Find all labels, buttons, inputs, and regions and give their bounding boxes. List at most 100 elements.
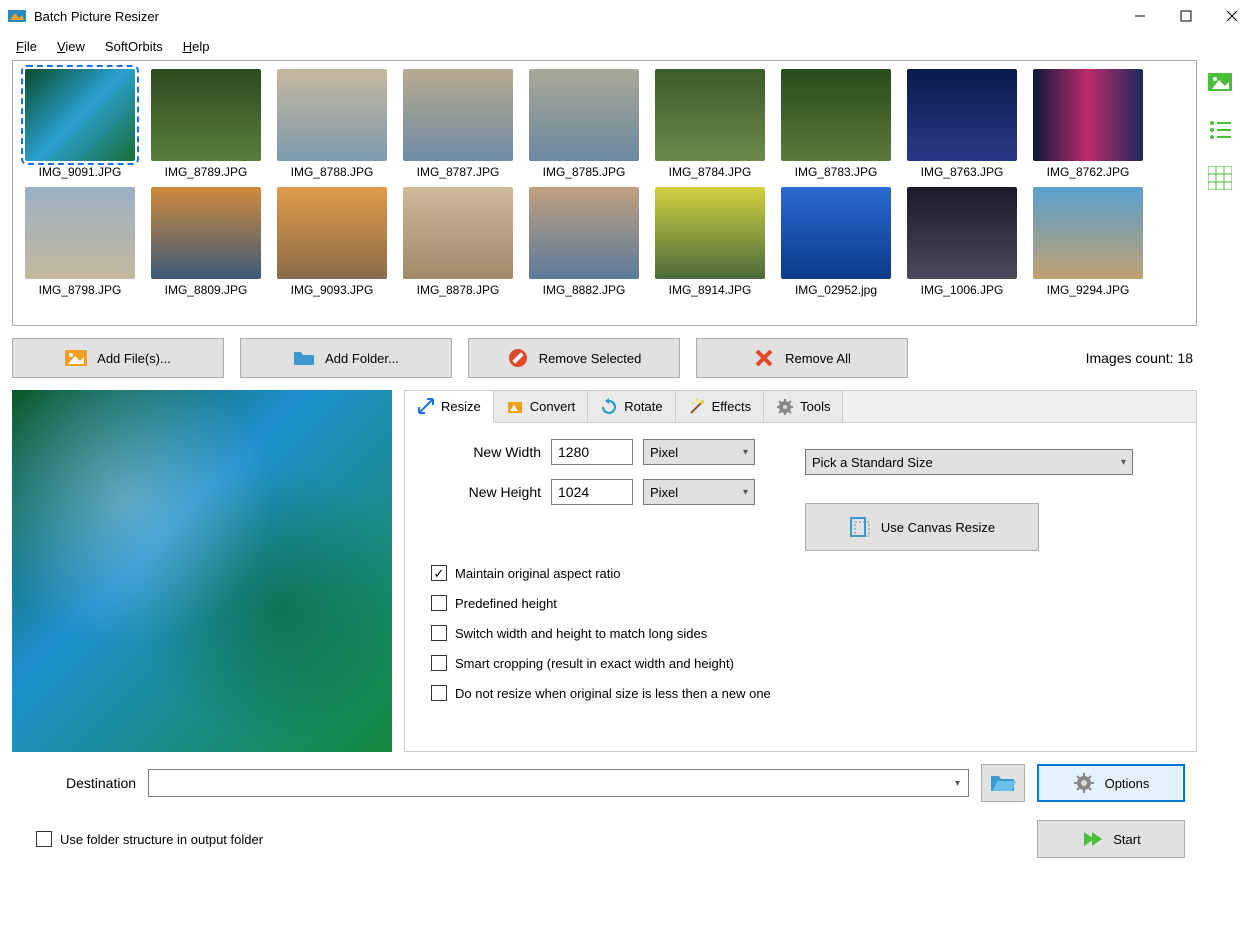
thumbnail-item[interactable]: IMG_8914.JPG [651,187,769,297]
add-folder-label: Add Folder... [325,351,399,366]
destination-select[interactable]: ▾ [148,769,969,797]
thumbnail-label: IMG_8785.JPG [525,165,643,179]
thumbnail-image [1033,69,1143,161]
list-view-icon[interactable] [1208,118,1232,142]
thumbnail-label: IMG_9093.JPG [273,283,391,297]
convert-icon [506,398,524,416]
tab-resize[interactable]: Resize [405,391,494,423]
thumbnail-label: IMG_8914.JPG [651,283,769,297]
thumbnail-item[interactable]: IMG_8788.JPG [273,69,391,179]
thumbnail-item[interactable]: IMG_8783.JPG [777,69,895,179]
width-input[interactable] [551,439,633,465]
thumbnail-label: IMG_8789.JPG [147,165,265,179]
remove-all-button[interactable]: Remove All [696,338,908,378]
height-unit-select[interactable]: Pixel▾ [643,479,755,505]
height-label: New Height [425,484,541,500]
thumbnail-view-icon[interactable] [1208,70,1232,94]
switch-wh-label: Switch width and height to match long si… [455,626,707,641]
thumbnail-item[interactable]: IMG_8785.JPG [525,69,643,179]
thumbnail-item[interactable]: IMG_8882.JPG [525,187,643,297]
folder-structure-label: Use folder structure in output folder [60,832,263,847]
tab-effects[interactable]: Effects [676,391,765,422]
add-folder-button[interactable]: Add Folder... [240,338,452,378]
thumbnail-label: IMG_8783.JPG [777,165,895,179]
thumbnail-item[interactable]: IMG_8789.JPG [147,69,265,179]
gear-icon [1073,772,1095,794]
app-title: Batch Picture Resizer [34,9,1117,24]
thumbnail-item[interactable]: IMG_9294.JPG [1029,187,1147,297]
thumbnail-image [277,69,387,161]
app-icon [8,7,26,25]
window-controls [1117,0,1255,32]
thumbnail-item[interactable]: IMG_8809.JPG [147,187,265,297]
thumbnail-item[interactable]: IMG_8762.JPG [1029,69,1147,179]
thumbnail-image [529,69,639,161]
dont-resize-checkbox[interactable] [431,685,447,701]
switch-wh-checkbox[interactable] [431,625,447,641]
remove-all-label: Remove All [785,351,851,366]
width-unit-select[interactable]: Pixel▾ [643,439,755,465]
titlebar: Batch Picture Resizer [0,0,1255,32]
effects-icon [688,398,706,416]
rotate-icon [600,398,618,416]
start-button[interactable]: Start [1037,820,1185,858]
thumbnail-image [655,187,765,279]
thumbnail-item[interactable]: IMG_8787.JPG [399,69,517,179]
thumbnail-item[interactable]: IMG_8798.JPG [21,187,139,297]
tab-strip: Resize Convert Rotate Effects [405,391,1196,423]
menu-softorbits[interactable]: SoftOrbits [97,35,171,58]
thumbnail-label: IMG_9091.JPG [21,165,139,179]
browse-button[interactable] [981,764,1025,802]
thumbnail-item[interactable]: IMG_8784.JPG [651,69,769,179]
tab-tools[interactable]: Tools [764,391,843,422]
menu-view[interactable]: View [49,35,93,58]
thumbnail-item[interactable]: IMG_8878.JPG [399,187,517,297]
folder-structure-checkbox[interactable] [36,831,52,847]
thumbnail-item[interactable]: IMG_1006.JPG [903,187,1021,297]
minimize-button[interactable] [1117,0,1163,32]
remove-selected-label: Remove Selected [539,351,642,366]
smart-crop-checkbox[interactable] [431,655,447,671]
thumbnail-label: IMG_8788.JPG [273,165,391,179]
dont-resize-label: Do not resize when original size is less… [455,686,771,701]
thumbnail-item[interactable]: IMG_9091.JPG [21,69,139,179]
thumbnail-item[interactable]: IMG_9093.JPG [273,187,391,297]
preview-pane [12,390,392,752]
predefined-height-checkbox[interactable] [431,595,447,611]
tools-icon [776,398,794,416]
maintain-aspect-checkbox[interactable] [431,565,447,581]
thumbnail-label: IMG_8762.JPG [1029,165,1147,179]
thumbnail-image [151,187,261,279]
standard-size-select[interactable]: Pick a Standard Size▾ [805,449,1133,475]
tab-convert[interactable]: Convert [494,391,589,422]
menubar: File View SoftOrbits Help [0,32,1255,60]
grid-view-icon[interactable] [1208,166,1232,190]
thumbnail-image [1033,187,1143,279]
thumbnail-item[interactable]: IMG_02952.jpg [777,187,895,297]
canvas-resize-button[interactable]: Use Canvas Resize [805,503,1039,551]
view-toolbar [1197,60,1243,870]
predefined-height-label: Predefined height [455,596,557,611]
menu-help[interactable]: Help [175,35,218,58]
thumbnail-label: IMG_8763.JPG [903,165,1021,179]
close-button[interactable] [1209,0,1255,32]
menu-file[interactable]: File [8,35,45,58]
canvas-icon [849,516,871,538]
tab-rotate[interactable]: Rotate [588,391,675,422]
thumbnail-label: IMG_8787.JPG [399,165,517,179]
folder-icon [293,347,315,369]
thumbnail-item[interactable]: IMG_8763.JPG [903,69,1021,179]
remove-selected-button[interactable]: Remove Selected [468,338,680,378]
thumbnail-image [25,69,135,161]
tab-panel: Resize Convert Rotate Effects [404,390,1197,752]
thumbnail-label: IMG_8878.JPG [399,283,517,297]
thumbnail-label: IMG_8882.JPG [525,283,643,297]
resize-tab-content: New Width Pixel▾ New Height Pixel▾ [405,423,1196,731]
thumbnail-image [403,187,513,279]
height-input[interactable] [551,479,633,505]
resize-icon [417,397,435,415]
options-button[interactable]: Options [1037,764,1185,802]
add-files-button[interactable]: Add File(s)... [12,338,224,378]
maximize-button[interactable] [1163,0,1209,32]
thumbnail-image [25,187,135,279]
